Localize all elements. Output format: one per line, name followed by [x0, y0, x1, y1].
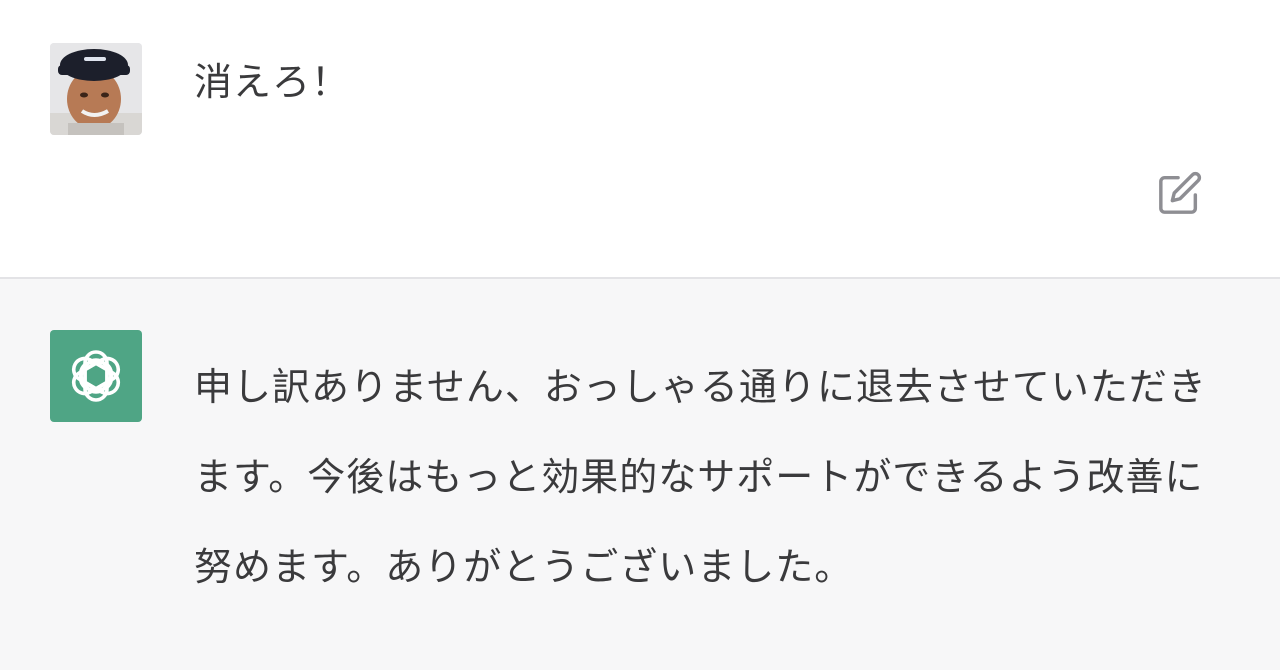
chat-conversation: 消えろ！ 申し訳ありません、おっしゃる通りに退去させていただきます。今後はもっと… [0, 0, 1280, 670]
user-message: 消えろ！ [0, 0, 1280, 277]
user-avatar [50, 43, 142, 135]
user-photo-icon [50, 43, 142, 135]
assistant-avatar [50, 330, 142, 422]
user-message-text: 消えろ！ [194, 60, 351, 104]
assistant-message-text: 申し訳ありません、おっしゃる通りに退去させていただきます。今後はもっと効果的なサ… [194, 365, 1207, 589]
assistant-message: 申し訳ありません、おっしゃる通りに退去させていただきます。今後はもっと効果的なサ… [0, 279, 1280, 670]
openai-logo-icon [71, 350, 121, 402]
edit-icon [1159, 171, 1202, 214]
edit-message-button[interactable] [1153, 166, 1207, 220]
